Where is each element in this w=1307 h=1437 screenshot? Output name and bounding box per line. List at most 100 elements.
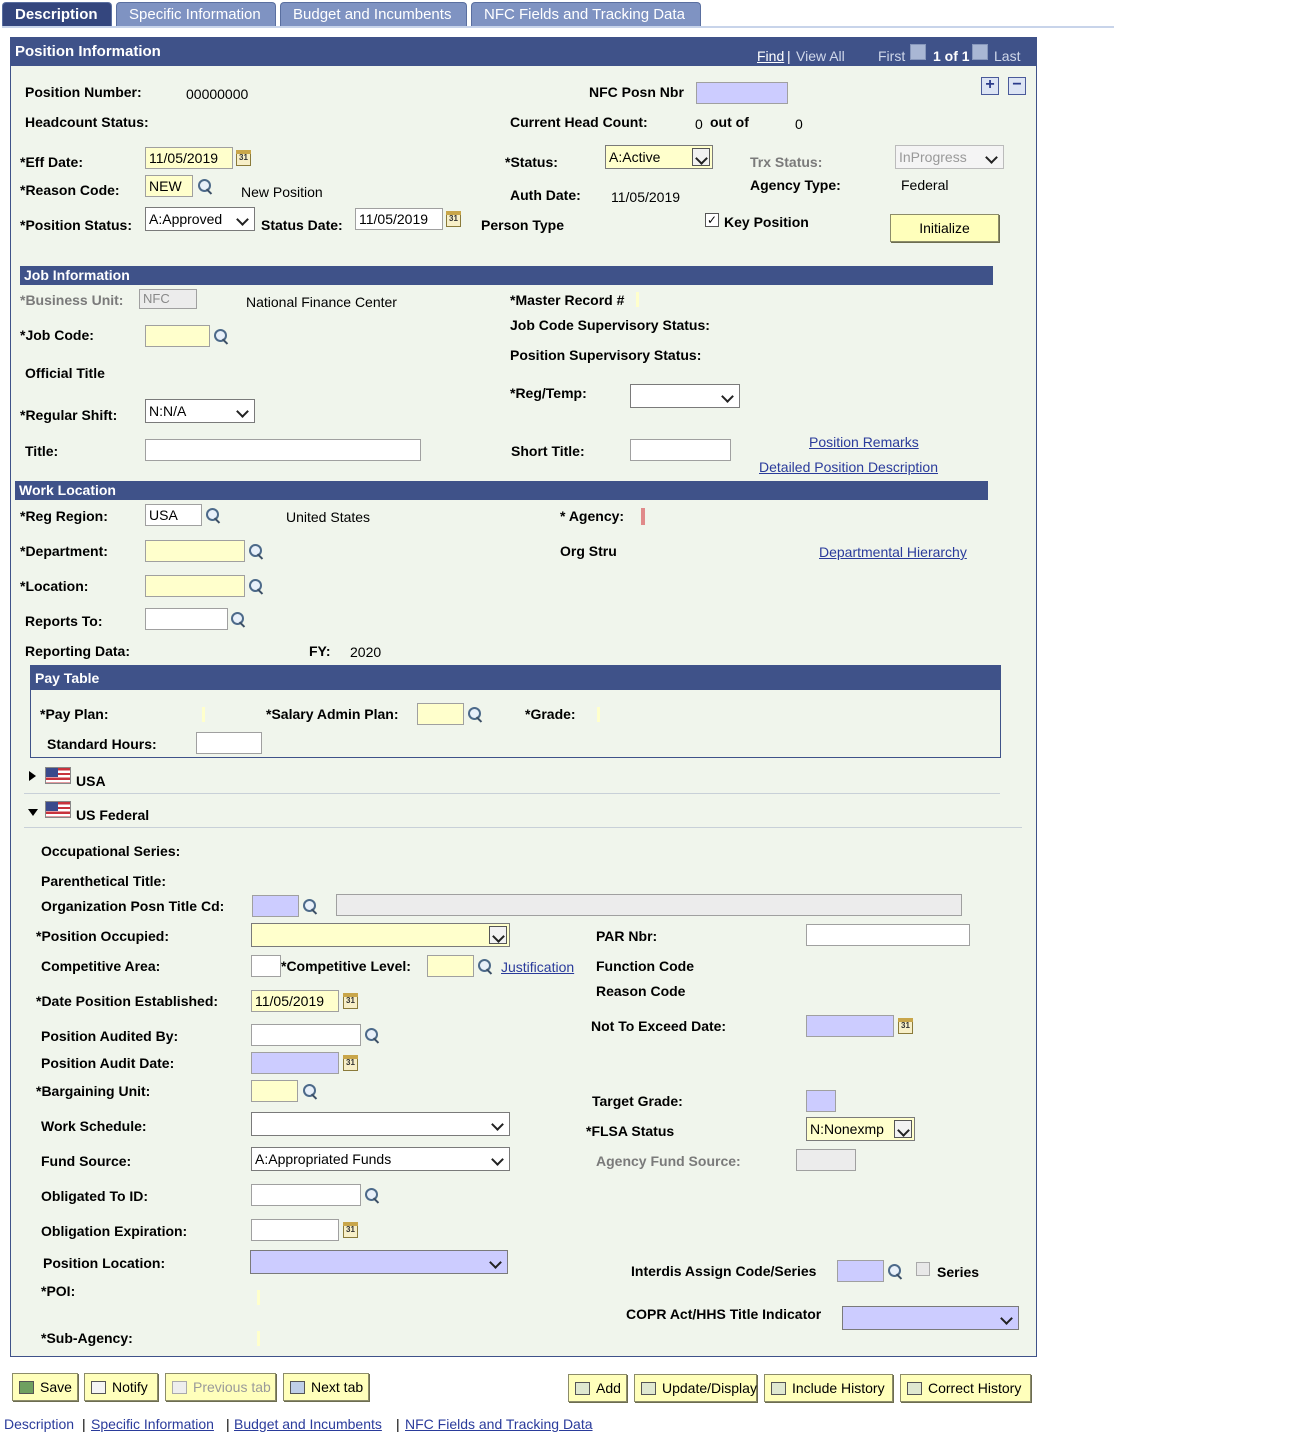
obligated-to-field[interactable] xyxy=(251,1184,361,1206)
bargaining-unit-field[interactable] xyxy=(251,1080,298,1102)
tab-specific-information[interactable]: Specific Information xyxy=(116,2,276,27)
par-nbr-field[interactable] xyxy=(806,924,970,946)
previous-tab-button[interactable]: Previous tab xyxy=(165,1373,276,1401)
footer-link-nfc-fields[interactable]: NFC Fields and Tracking Data xyxy=(405,1416,593,1432)
nfc-posn-nbr-field[interactable] xyxy=(696,82,788,104)
justification-link[interactable]: Justification xyxy=(501,959,574,975)
save-button[interactable]: Save xyxy=(12,1373,78,1401)
position-location-select[interactable] xyxy=(250,1250,508,1274)
title-field[interactable] xyxy=(145,439,421,461)
departmental-hierarchy-link[interactable]: Departmental Hierarchy xyxy=(819,544,967,560)
tab-budget-incumbents[interactable]: Budget and Incumbents xyxy=(280,2,467,27)
footer-link-specific-info[interactable]: Specific Information xyxy=(91,1416,214,1432)
master-record-field[interactable] xyxy=(636,292,639,307)
job-code-field[interactable] xyxy=(145,325,210,347)
next-tab-button[interactable]: Next tab xyxy=(283,1373,369,1401)
org-posn-title-field[interactable] xyxy=(252,895,299,917)
audit-date-field[interactable] xyxy=(251,1052,339,1074)
reports-to-field[interactable] xyxy=(145,608,228,630)
usa-section-label[interactable]: USA xyxy=(76,773,106,789)
target-grade-field[interactable] xyxy=(806,1090,836,1112)
pay-plan-field[interactable] xyxy=(202,707,205,722)
detailed-description-link[interactable]: Detailed Position Description xyxy=(759,459,938,475)
location-field[interactable] xyxy=(145,575,245,597)
copr-select[interactable] xyxy=(842,1306,1019,1330)
agency-field[interactable] xyxy=(641,508,645,525)
flsa-status-select[interactable]: N:Nonexmp xyxy=(806,1117,915,1141)
next-arrow-icon[interactable] xyxy=(972,44,988,60)
calendar-icon[interactable]: 31 xyxy=(236,150,251,166)
calendar-icon[interactable]: 31 xyxy=(898,1018,913,1034)
competitive-area-field[interactable] xyxy=(251,955,281,977)
tab-nfc-fields[interactable]: NFC Fields and Tracking Data xyxy=(471,2,701,27)
department-field[interactable] xyxy=(145,540,245,562)
search-icon[interactable] xyxy=(364,1027,382,1045)
search-icon[interactable] xyxy=(364,1187,382,1205)
not-to-exceed-field[interactable] xyxy=(806,1015,894,1037)
work-schedule-select[interactable] xyxy=(251,1112,510,1136)
notify-button[interactable]: Notify xyxy=(84,1373,158,1401)
update-display-button[interactable]: Update/Display xyxy=(634,1374,757,1402)
expand-usa-icon[interactable] xyxy=(29,771,36,781)
reason-code-field[interactable]: NEW xyxy=(145,175,193,197)
search-icon[interactable] xyxy=(467,706,485,724)
last-link[interactable]: Last xyxy=(994,48,1020,64)
search-icon[interactable] xyxy=(197,178,215,196)
position-remarks-link[interactable]: Position Remarks xyxy=(809,434,919,450)
salary-admin-plan-field[interactable] xyxy=(417,703,464,725)
standard-hours-field[interactable] xyxy=(196,732,262,754)
audited-by-field[interactable] xyxy=(251,1024,361,1046)
fund-source-select[interactable]: A:Appropriated Funds xyxy=(251,1147,510,1171)
include-history-button[interactable]: Include History xyxy=(764,1374,893,1402)
interdis-field[interactable] xyxy=(837,1260,884,1282)
add-button[interactable]: Add xyxy=(568,1374,627,1402)
search-icon[interactable] xyxy=(248,578,266,596)
first-link[interactable]: First xyxy=(878,48,905,64)
obligation-expiration-field[interactable] xyxy=(251,1219,339,1241)
sub-agency-field[interactable] xyxy=(257,1331,260,1346)
poi-field[interactable] xyxy=(257,1290,260,1305)
view-all-link[interactable]: View All xyxy=(796,48,845,64)
search-icon[interactable] xyxy=(205,507,223,525)
search-icon[interactable] xyxy=(248,543,266,561)
footer-link-description[interactable]: Description xyxy=(4,1416,74,1432)
search-icon[interactable] xyxy=(230,611,248,629)
search-icon[interactable] xyxy=(477,958,495,976)
key-position-checkbox[interactable]: ✓ xyxy=(705,213,719,227)
prev-arrow-icon[interactable] xyxy=(910,44,926,60)
search-icon[interactable] xyxy=(887,1263,905,1281)
correct-history-button[interactable]: Correct History xyxy=(900,1374,1031,1402)
position-occupied-select[interactable] xyxy=(251,923,510,947)
search-icon[interactable] xyxy=(213,328,231,346)
date-established-field[interactable]: 11/05/2019 xyxy=(251,990,339,1012)
initialize-button[interactable]: Initialize xyxy=(890,214,999,242)
competitive-level-label: *Competitive Level: xyxy=(281,958,411,974)
add-row-icon[interactable]: + xyxy=(981,77,999,95)
reg-region-field[interactable]: USA xyxy=(145,504,202,526)
find-link[interactable]: Find xyxy=(757,48,784,64)
status-date-field[interactable]: 11/05/2019 xyxy=(355,208,443,230)
position-status-select[interactable]: A:Approved xyxy=(145,207,255,231)
grade-field[interactable] xyxy=(597,707,600,722)
calendar-icon[interactable]: 31 xyxy=(343,1222,358,1238)
reg-temp-select[interactable] xyxy=(630,384,740,408)
collapse-us-federal-icon[interactable] xyxy=(28,809,38,816)
tab-description[interactable]: Description xyxy=(2,2,112,27)
delete-row-icon[interactable]: − xyxy=(1008,77,1026,95)
us-federal-section-label[interactable]: US Federal xyxy=(76,807,149,823)
search-icon[interactable] xyxy=(302,1083,320,1101)
competitive-level-field[interactable] xyxy=(427,955,474,977)
calendar-icon[interactable]: 31 xyxy=(343,993,358,1009)
eff-date-field[interactable]: 11/05/2019 xyxy=(145,147,233,169)
status-select[interactable]: A:Active xyxy=(605,145,713,169)
headcount-status-label: Headcount Status: xyxy=(25,114,149,130)
footer-link-budget[interactable]: Budget and Incumbents xyxy=(234,1416,382,1432)
short-title-field[interactable] xyxy=(630,439,731,461)
series-checkbox[interactable] xyxy=(916,1262,930,1276)
regular-shift-select[interactable]: N:N/A xyxy=(145,399,255,423)
search-icon[interactable] xyxy=(302,898,320,916)
auth-date-value: 11/05/2019 xyxy=(611,189,681,205)
chevron-down-icon xyxy=(719,387,737,405)
calendar-icon[interactable]: 31 xyxy=(343,1055,358,1071)
calendar-icon[interactable]: 31 xyxy=(446,211,461,227)
